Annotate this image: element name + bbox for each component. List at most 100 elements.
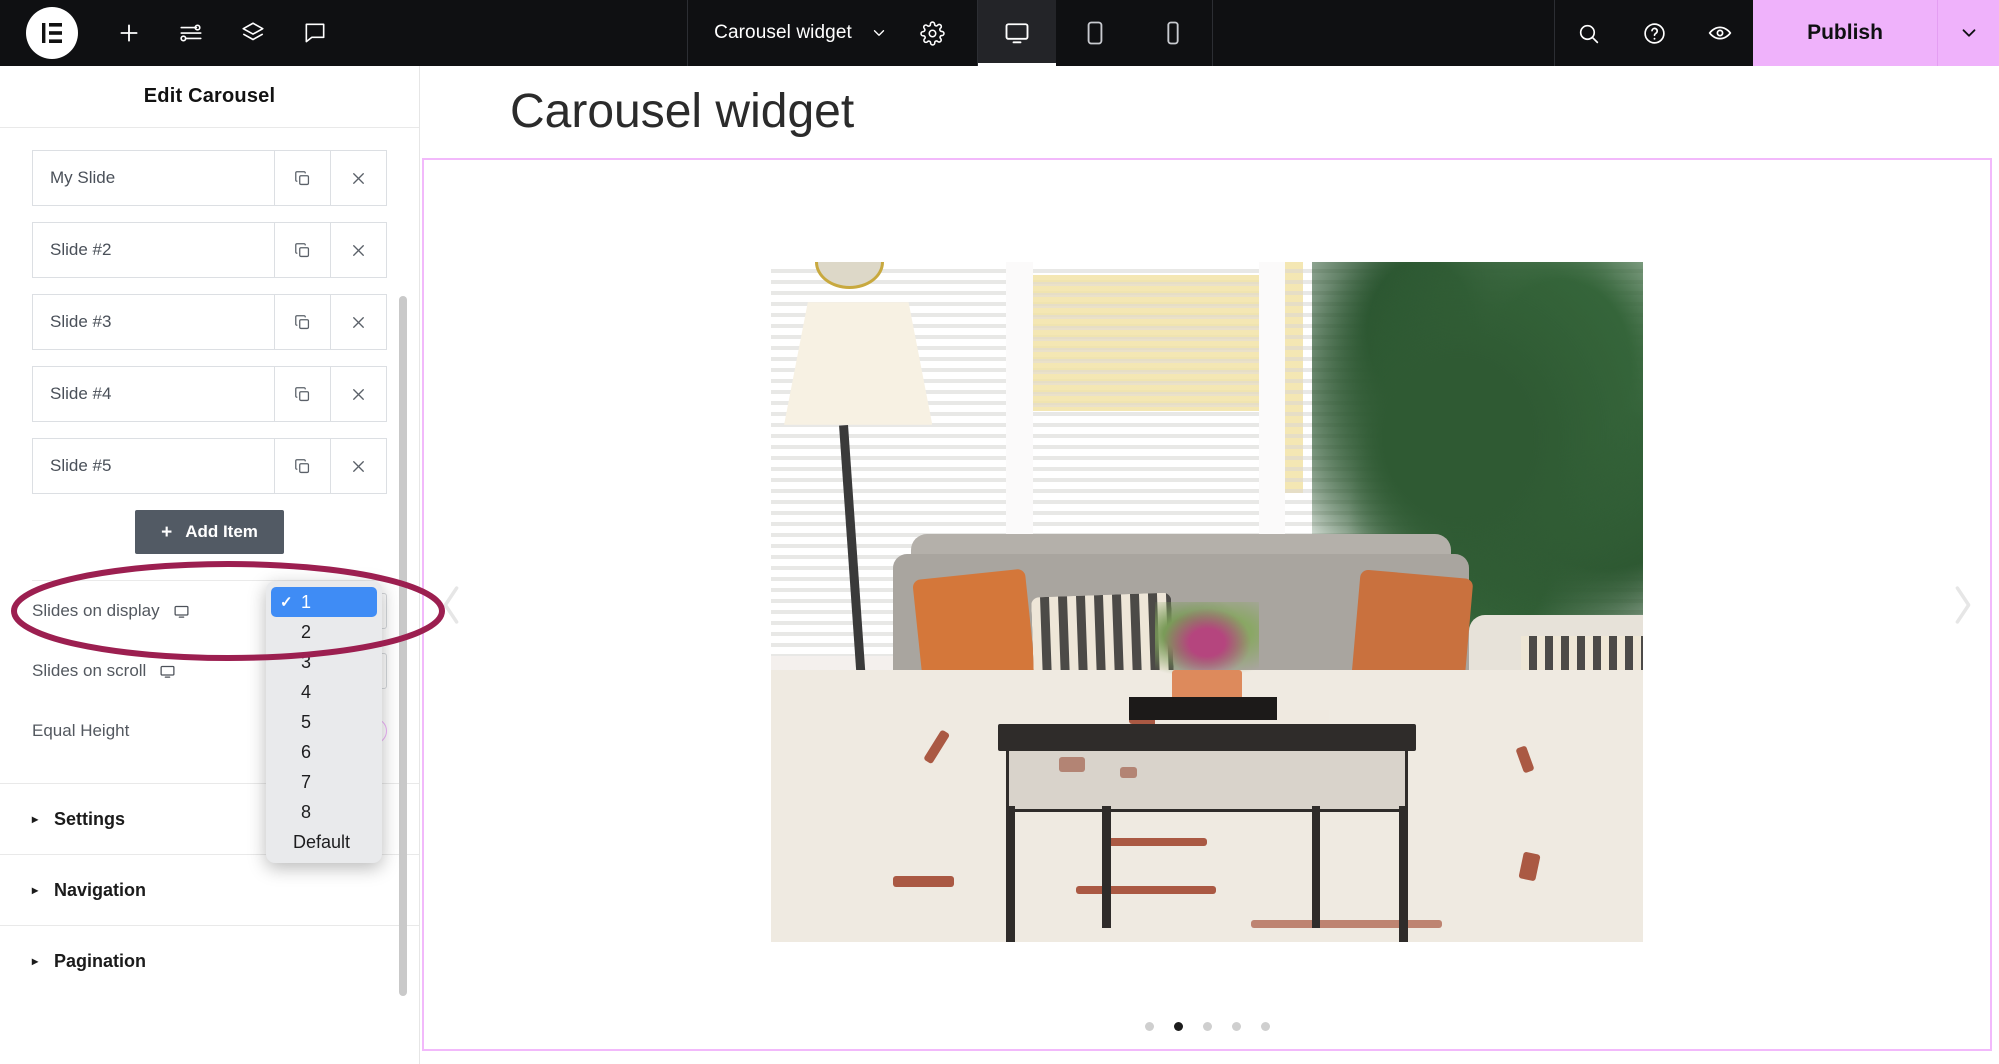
device-mobile[interactable] <box>1134 0 1212 66</box>
preview-icon[interactable] <box>1687 0 1753 66</box>
publish-button[interactable]: Publish <box>1753 0 1937 66</box>
option-label: 4 <box>301 681 312 702</box>
control-label-wrap: Equal Height <box>32 721 129 741</box>
table-row[interactable]: Slide #5 <box>32 438 387 494</box>
carousel-widget-frame[interactable] <box>422 158 1992 1051</box>
option-label: 6 <box>301 741 312 762</box>
table-row[interactable]: Slide #4 <box>32 366 387 422</box>
dropdown-option-8[interactable]: 8 <box>271 797 377 827</box>
close-icon[interactable] <box>330 151 386 205</box>
publish-options-chevron-down-icon[interactable] <box>1937 0 1999 66</box>
control-label: Slides on scroll <box>32 661 147 680</box>
carousel <box>424 160 1990 1049</box>
duplicate-icon[interactable] <box>274 367 330 421</box>
section-label: Settings <box>54 808 126 829</box>
option-label: 7 <box>301 771 312 792</box>
dropdown-option-6[interactable]: 6 <box>271 737 377 767</box>
chevron-down-icon[interactable] <box>862 24 896 42</box>
chevron-right-icon[interactable] <box>1946 575 1980 635</box>
control-label: Equal Height <box>32 721 130 740</box>
chevron-left-icon[interactable] <box>434 575 468 635</box>
dropdown-option-4[interactable]: 4 <box>271 677 377 707</box>
option-label: 3 <box>301 651 312 672</box>
panel-title: Edit Carousel <box>0 66 419 128</box>
dropdown-option-default[interactable]: Default <box>271 827 377 857</box>
option-label: 8 <box>301 801 312 822</box>
add-element-icon[interactable] <box>98 0 160 66</box>
slide-label: Slide #5 <box>50 456 112 475</box>
chevron-right-icon: ▸ <box>32 954 39 968</box>
option-label: 2 <box>301 621 312 642</box>
sidebar-scrollbar[interactable] <box>399 296 407 996</box>
monitor-icon[interactable] <box>159 663 176 680</box>
plus-icon: + <box>161 521 173 543</box>
dropdown-option-2[interactable]: 2 <box>271 617 377 647</box>
toolbar-left-group <box>0 0 346 66</box>
page-title: Carousel widget <box>510 85 855 138</box>
duplicate-icon[interactable] <box>274 223 330 277</box>
panel-body: My Slide Slide #2 Slide #3 Slide #4 Slid… <box>0 128 419 996</box>
responsive-device-group <box>977 0 1213 66</box>
chevron-right-icon: ▸ <box>32 883 39 897</box>
living-room-photo <box>771 261 1643 942</box>
editor-sidebar-panel: Edit Carousel My Slide Slide #2 Slide #3… <box>0 66 420 1064</box>
search-icon[interactable] <box>1555 0 1621 66</box>
dropdown-option-7[interactable]: 7 <box>271 767 377 797</box>
slide-label: Slide #3 <box>50 312 112 331</box>
table-row[interactable]: My Slide <box>32 150 387 206</box>
help-icon[interactable] <box>1621 0 1687 66</box>
duplicate-icon[interactable] <box>274 295 330 349</box>
control-label: Slides on display <box>32 601 160 620</box>
add-item-button[interactable]: + Add Item <box>135 510 284 554</box>
site-settings-sliders-icon[interactable] <box>160 0 222 66</box>
option-label: 1 <box>301 591 312 612</box>
control-label-wrap: Slides on scroll <box>32 661 176 681</box>
slides-repeater: My Slide Slide #2 Slide #3 Slide #4 Slid… <box>0 128 419 494</box>
dropdown-option-3[interactable]: 3 <box>271 647 377 677</box>
sidebar-item-pagination[interactable]: ▸ Pagination <box>0 926 419 996</box>
device-desktop[interactable] <box>977 0 1056 66</box>
chevron-right-icon: ▸ <box>32 812 39 826</box>
close-icon[interactable] <box>330 439 386 493</box>
carousel-pagination <box>424 1022 1990 1031</box>
option-label: Default <box>293 831 351 852</box>
comments-icon[interactable] <box>284 0 346 66</box>
pagination-dot[interactable] <box>1144 1022 1154 1031</box>
section-label: Navigation <box>54 879 147 900</box>
pagination-dot[interactable] <box>1202 1022 1212 1031</box>
slide-label: Slide #4 <box>50 384 112 403</box>
option-label: 5 <box>301 711 312 732</box>
duplicate-icon[interactable] <box>274 439 330 493</box>
device-tablet[interactable] <box>1056 0 1134 66</box>
document-title[interactable]: Carousel widget <box>710 22 856 44</box>
slides-on-display-dropdown[interactable]: ✓ 1 2 3 4 5 6 7 8 Default <box>266 581 382 863</box>
top-toolbar: Carousel widget Publish <box>0 0 1999 66</box>
gear-icon[interactable] <box>902 20 955 46</box>
monitor-icon[interactable] <box>173 603 190 620</box>
toolbar-right-group: Publish <box>1554 0 1999 66</box>
control-label-wrap: Slides on display <box>32 601 190 621</box>
elementor-logo-icon[interactable] <box>26 7 78 59</box>
carousel-slide-image[interactable] <box>771 261 1643 942</box>
add-item-label: Add Item <box>185 522 258 541</box>
slide-label: Slide #2 <box>50 240 112 259</box>
slide-label: My Slide <box>50 168 116 187</box>
toolbar-spacer-left <box>346 0 687 66</box>
close-icon[interactable] <box>330 367 386 421</box>
sidebar-item-navigation[interactable]: ▸ Navigation <box>0 855 419 925</box>
toolbar-spacer-right <box>1213 0 1554 66</box>
section-label: Pagination <box>54 950 147 971</box>
pagination-dot[interactable] <box>1231 1022 1241 1031</box>
table-row[interactable]: Slide #3 <box>32 294 387 350</box>
dropdown-option-5[interactable]: 5 <box>271 707 377 737</box>
close-icon[interactable] <box>330 295 386 349</box>
duplicate-icon[interactable] <box>274 151 330 205</box>
table-row[interactable]: Slide #2 <box>32 222 387 278</box>
dropdown-option-1[interactable]: ✓ 1 <box>271 587 377 617</box>
pagination-dot[interactable] <box>1260 1022 1270 1031</box>
editor-canvas: Carousel widget <box>420 66 1999 1064</box>
add-item-wrapper: + Add Item <box>0 510 419 554</box>
close-icon[interactable] <box>330 223 386 277</box>
pagination-dot-active[interactable] <box>1173 1022 1183 1031</box>
structure-layers-icon[interactable] <box>222 0 284 66</box>
